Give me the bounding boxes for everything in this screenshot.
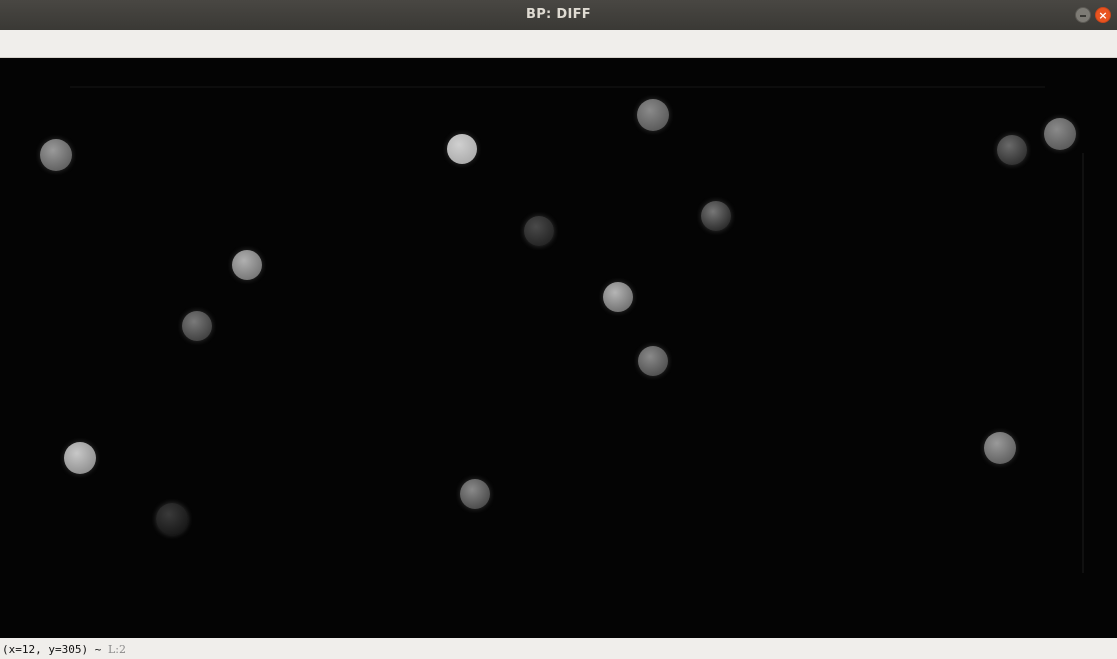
table-rail-right bbox=[1082, 153, 1084, 573]
ball-blob bbox=[64, 442, 96, 474]
ball-blob bbox=[447, 134, 477, 164]
status-readout: (x=12, y=305) ~ L:2 bbox=[2, 643, 126, 656]
cursor-coordinates: (x=12, y=305) ~ bbox=[2, 643, 102, 656]
close-button[interactable]: × bbox=[1095, 7, 1111, 23]
ball-blob bbox=[40, 139, 72, 171]
table-rail-top bbox=[70, 86, 1045, 88]
ball-blob bbox=[637, 99, 669, 131]
toolbar bbox=[0, 30, 1117, 58]
ball-blob bbox=[1044, 118, 1076, 150]
zoom-level: L:2 bbox=[107, 643, 126, 656]
ball-blob bbox=[156, 503, 188, 535]
ball-blob bbox=[524, 216, 554, 246]
ball-blob bbox=[638, 346, 668, 376]
close-icon: × bbox=[1098, 9, 1108, 22]
ball-blob bbox=[232, 250, 262, 280]
window-titlebar[interactable]: BP: DIFF × bbox=[0, 0, 1117, 30]
ball-blob bbox=[997, 135, 1027, 165]
status-bar: (x=12, y=305) ~ L:2 bbox=[0, 638, 1117, 659]
ball-blob bbox=[603, 282, 633, 312]
ball-blob bbox=[984, 432, 1016, 464]
ball-blob bbox=[701, 201, 731, 231]
ball-blob bbox=[182, 311, 212, 341]
image-canvas[interactable] bbox=[0, 58, 1117, 638]
window-title: BP: DIFF bbox=[526, 7, 591, 22]
minimize-button[interactable] bbox=[1075, 7, 1091, 23]
ball-blob bbox=[460, 479, 490, 509]
